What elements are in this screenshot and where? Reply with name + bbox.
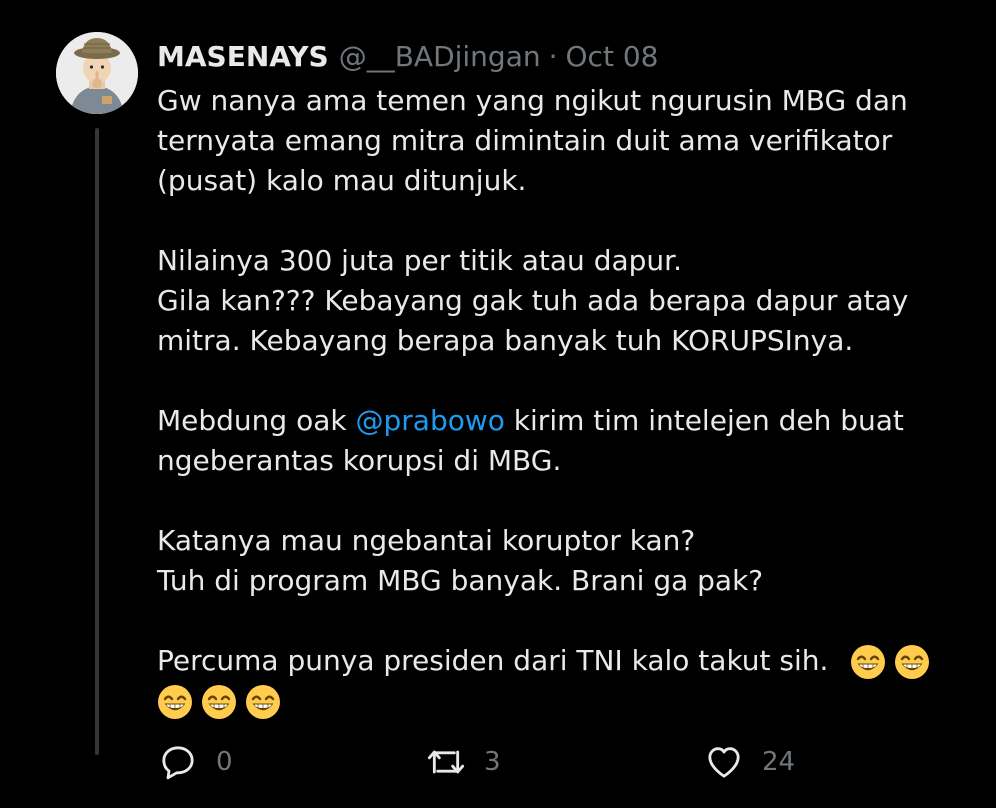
reply-count: 0 — [216, 747, 233, 777]
display-name[interactable]: MASENAYS — [157, 40, 329, 73]
paragraph-1: Gw nanya ama temen yang ngikut ngurusin … — [157, 81, 957, 201]
text-line: Nilainya 300 juta per titik atau dapur. — [157, 244, 682, 277]
text-line: Gw nanya ama temen yang ngikut ngurusin … — [157, 84, 908, 117]
paragraph-3: Mebdung oak @prabowo kirim tim intelejen… — [157, 401, 957, 481]
grinning-face-emoji-icon — [245, 684, 281, 720]
text-line: Mebdung oak @prabowo kirim tim intelejen… — [157, 401, 957, 441]
text-line: Tuh di program MBG banyak. Brani ga pak? — [157, 564, 764, 597]
retweet-button[interactable]: 3 — [426, 740, 501, 784]
tweet-date[interactable]: Oct 08 — [566, 40, 659, 73]
grinning-face-emoji-icon — [201, 684, 237, 720]
grinning-face-emoji-icon — [157, 684, 193, 720]
tweet-text: Gw nanya ama temen yang ngikut ngurusin … — [157, 81, 957, 721]
text-line: mitra. Kebayang berapa banyak tuh KORUPS… — [157, 324, 854, 357]
retweet-count: 3 — [484, 747, 501, 777]
text-line: (pusat) kalo mau ditunjuk. — [157, 164, 527, 197]
grinning-face-emoji-icon — [850, 644, 886, 680]
text-segment: kirim tim intelejen deh buat — [504, 404, 904, 437]
paragraph-5: Percuma punya presiden dari TNI kalo tak… — [157, 641, 957, 721]
separator-dot: · — [548, 39, 558, 73]
text-line: ternyata emang mitra dimintain duit ama … — [157, 124, 893, 157]
thread-line — [95, 128, 99, 755]
tweet-header: MASENAYS @__BADjingan · Oct 08 — [157, 36, 658, 76]
reply-icon — [162, 746, 194, 780]
text-line: Percuma punya presiden dari TNI kalo tak… — [157, 644, 829, 677]
text-segment: Mebdung oak — [157, 404, 356, 437]
heart-icon — [708, 747, 740, 778]
text-line: ngeberantas korupsi di MBG. — [157, 444, 562, 477]
text-line: Katanya mau ngebantai koruptor kan? — [157, 524, 696, 557]
retweet-icon — [427, 750, 465, 774]
avatar[interactable] — [56, 32, 138, 114]
like-button[interactable]: 24 — [704, 740, 795, 784]
avatar-illustration — [56, 32, 138, 114]
paragraph-4: Katanya mau ngebantai koruptor kan? Tuh … — [157, 521, 957, 601]
text-line: Gila kan??? Kebayang gak tuh ada berapa … — [157, 284, 909, 317]
mention-link[interactable]: @prabowo — [356, 404, 505, 437]
reply-button[interactable]: 0 — [158, 740, 233, 784]
user-handle[interactable]: @__BADjingan — [339, 40, 541, 73]
grinning-face-emoji-icon — [894, 644, 930, 680]
paragraph-2: Nilainya 300 juta per titik atau dapur. … — [157, 241, 957, 361]
tweet-actions: 0 3 24 — [158, 740, 858, 784]
like-count: 24 — [762, 747, 796, 777]
